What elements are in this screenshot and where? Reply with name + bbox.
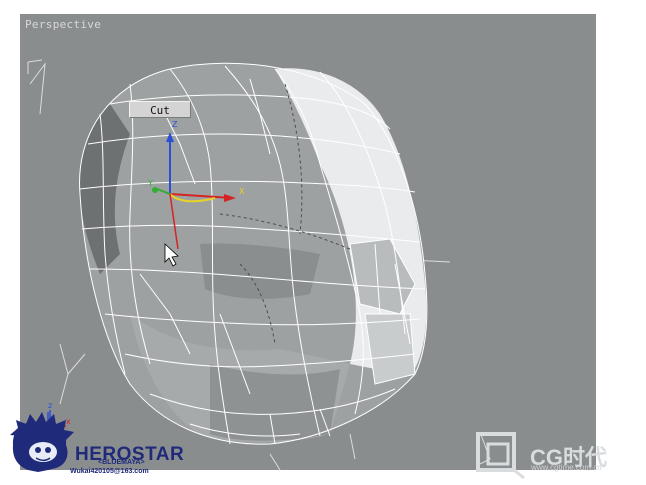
logo-email: Wukai420105@163.com xyxy=(70,468,149,475)
viewport-label[interactable]: Perspective xyxy=(25,18,101,31)
cgtime-watermark-icon xyxy=(476,432,525,480)
gizmo-x-label: X xyxy=(239,187,245,196)
gizmo-y-label: Y xyxy=(147,179,153,188)
watermark-url: www.cgtime.com.cn xyxy=(531,463,602,472)
logo-x-axis-label: x xyxy=(66,417,71,426)
head-model-wireframe: Z X Y xyxy=(27,59,491,470)
perspective-viewport[interactable]: Z X Y Perspective Cut xyxy=(20,14,596,470)
gizmo-z-label: Z xyxy=(172,120,178,129)
head-mesh-shading xyxy=(79,63,427,445)
screenshot-frame: Z X Y Perspective Cut z x HEROSTAR <BLUE… xyxy=(0,0,646,485)
herostar-logo-icon: z x xyxy=(10,401,74,472)
logo-z-axis-label: z xyxy=(48,401,52,410)
logo-tag: <BLUEMAYA> xyxy=(98,459,145,466)
cut-tooltip: Cut xyxy=(129,101,191,118)
gizmo-y-handle-icon xyxy=(152,187,158,193)
